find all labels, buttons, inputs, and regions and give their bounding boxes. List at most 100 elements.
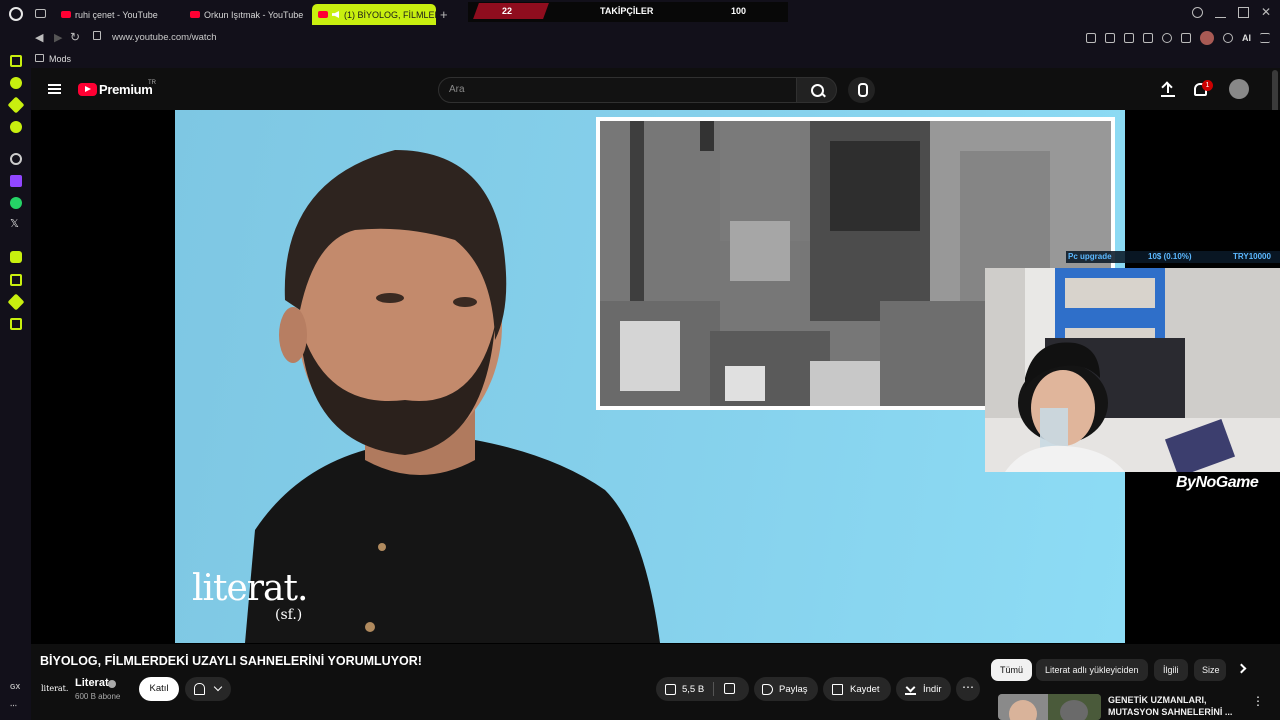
x-twitter-icon[interactable]: 𝕏 [10,218,22,230]
goal-progress: 10$ (0.10%) [1148,252,1192,261]
literat-watermark: literat. [192,568,308,609]
twitch-icon[interactable] [10,175,22,187]
tab-label: Orkun Işıtmak - YouTube [204,9,304,20]
join-button[interactable]: Katıl [139,677,179,701]
new-tab-icon[interactable]: + [440,7,448,22]
youtube-logo-icon[interactable] [78,83,97,96]
chip-for-you[interactable]: Size [1194,659,1226,681]
chip-all[interactable]: Tümü [991,659,1033,681]
tab-biyolog-active[interactable]: (1) BİYOLOG, FİLMLERİ... [312,4,436,25]
search-tabs-icon[interactable] [1192,7,1203,18]
address-bar-actions: AI [1086,31,1270,45]
streamer-webcam [985,268,1280,472]
channel-avatar[interactable]: literat. [41,678,68,700]
verified-icon [108,680,116,688]
youtube-favicon-icon [61,11,71,18]
follower-label: TAKİPÇİLER [600,6,654,16]
whatsapp-icon[interactable] [10,197,22,209]
rec-title-line-2: MUTASYON SAHNELERİNİ ... [1108,707,1233,717]
like-dislike-group: 5,5 B [656,677,749,701]
voice-search-button[interactable] [848,77,875,103]
gx-control-icon[interactable] [10,55,22,67]
snapshot-icon[interactable] [1105,33,1115,43]
easy-setup-icon[interactable] [1260,33,1270,43]
lock-icon[interactable] [93,31,101,40]
dislike-icon[interactable] [724,683,735,694]
download-icon [905,684,916,695]
recommendation-title[interactable]: GENETİK UZMANLARI, MUTASYON SAHNELERİNİ … [1108,694,1248,718]
download-button[interactable]: İndir [896,677,951,701]
profile-avatar[interactable] [1200,31,1214,45]
subscription-bell-button[interactable] [185,677,231,701]
history-icon[interactable] [10,274,22,286]
share-label: Paylaş [779,683,808,695]
maximize-icon[interactable] [1238,7,1249,18]
hot-tabs-icon[interactable] [10,121,22,133]
minimize-icon[interactable] [1215,7,1226,18]
settings-gear-icon[interactable] [1223,33,1233,43]
channel-name[interactable]: Literat [75,677,109,689]
chip-from-uploader[interactable]: Literat adlı yükleyiciden [1036,659,1148,681]
shield-icon[interactable] [1124,33,1134,43]
chatgpt-icon[interactable] [10,153,22,165]
back-icon[interactable]: ◀ [35,31,43,44]
like-icon[interactable] [665,683,676,695]
thumbnail-image [998,694,1101,720]
forward-icon[interactable]: ▶ [54,31,62,44]
goal-target: TRY10000 [1233,252,1271,261]
pin-icon[interactable] [1086,33,1096,43]
account-avatar[interactable] [1229,79,1249,99]
chevron-right-icon[interactable] [1236,663,1247,674]
more-actions-button[interactable]: ⋯ [956,677,980,701]
guide-menu-icon[interactable] [48,84,61,94]
bookmarks-bar [0,50,1280,68]
save-icon [832,683,843,695]
opera-menu-icon[interactable] [9,7,23,21]
rec-title-line-1: GENETİK UZMANLARI, [1108,695,1207,705]
video-title: BİYOLOG, FİLMLERDEKİ UZAYLI SAHNELERİNİ … [40,654,422,668]
sidebar-more-icon[interactable]: ⋯ [10,702,17,710]
region-code: TR [148,80,156,86]
recommendation-thumbnail[interactable] [998,694,1101,720]
tab-label: ruhi çenet - YouTube [75,9,158,20]
folder-icon [35,54,44,62]
tab-label: (1) BİYOLOG, FİLMLERİ... [344,9,436,20]
tab-orkun-isitmak[interactable]: Orkun Işıtmak - YouTube [184,4,309,25]
save-label: Kaydet [850,683,880,695]
gx-corner-icon[interactable] [10,77,22,89]
search-button[interactable] [796,77,837,103]
literat-watermark-sub: (sf.) [275,607,303,623]
notification-badge: 1 [1202,80,1213,91]
heart-icon[interactable] [1162,33,1172,43]
tab-ruhi-cenet[interactable]: ruhi çenet - YouTube [55,4,180,25]
bookmark-mods[interactable]: Mods [49,54,71,64]
download-label: İndir [923,683,942,695]
settings-icon[interactable] [10,318,22,330]
tab-islands-icon[interactable] [35,9,46,18]
recommendation-menu-icon[interactable]: ⋮ [1252,694,1264,708]
search-placeholder: Ara [449,84,465,95]
youtube-favicon-icon [190,11,200,18]
like-count[interactable]: 5,5 B [682,684,704,695]
play-icon[interactable] [1143,33,1153,43]
share-button[interactable]: Paylaş [754,677,818,701]
player-icon[interactable] [10,251,22,263]
gx-label: GX [10,684,21,691]
url-field[interactable]: www.youtube.com/watch [112,32,217,43]
aria-ai-button[interactable]: AI [1242,33,1251,43]
chip-related[interactable]: İlgili [1154,659,1188,681]
window-controls: ✕ [1192,6,1272,18]
search-input[interactable] [438,77,797,103]
youtube-favicon-icon [318,11,328,18]
audio-playing-icon[interactable] [332,11,339,18]
webcam-scene [985,268,1280,472]
youtube-brand[interactable]: Premium [99,82,153,97]
close-icon[interactable]: ✕ [1261,6,1272,18]
reload-icon[interactable]: ↻ [70,30,80,44]
subscriber-count: 600 B abone [75,692,121,701]
cube-icon[interactable] [1181,33,1191,43]
share-icon [762,683,773,695]
sponsor-logo: ByNoGame [1176,474,1259,491]
save-button[interactable]: Kaydet [823,677,891,701]
upload-icon[interactable] [1161,82,1175,97]
